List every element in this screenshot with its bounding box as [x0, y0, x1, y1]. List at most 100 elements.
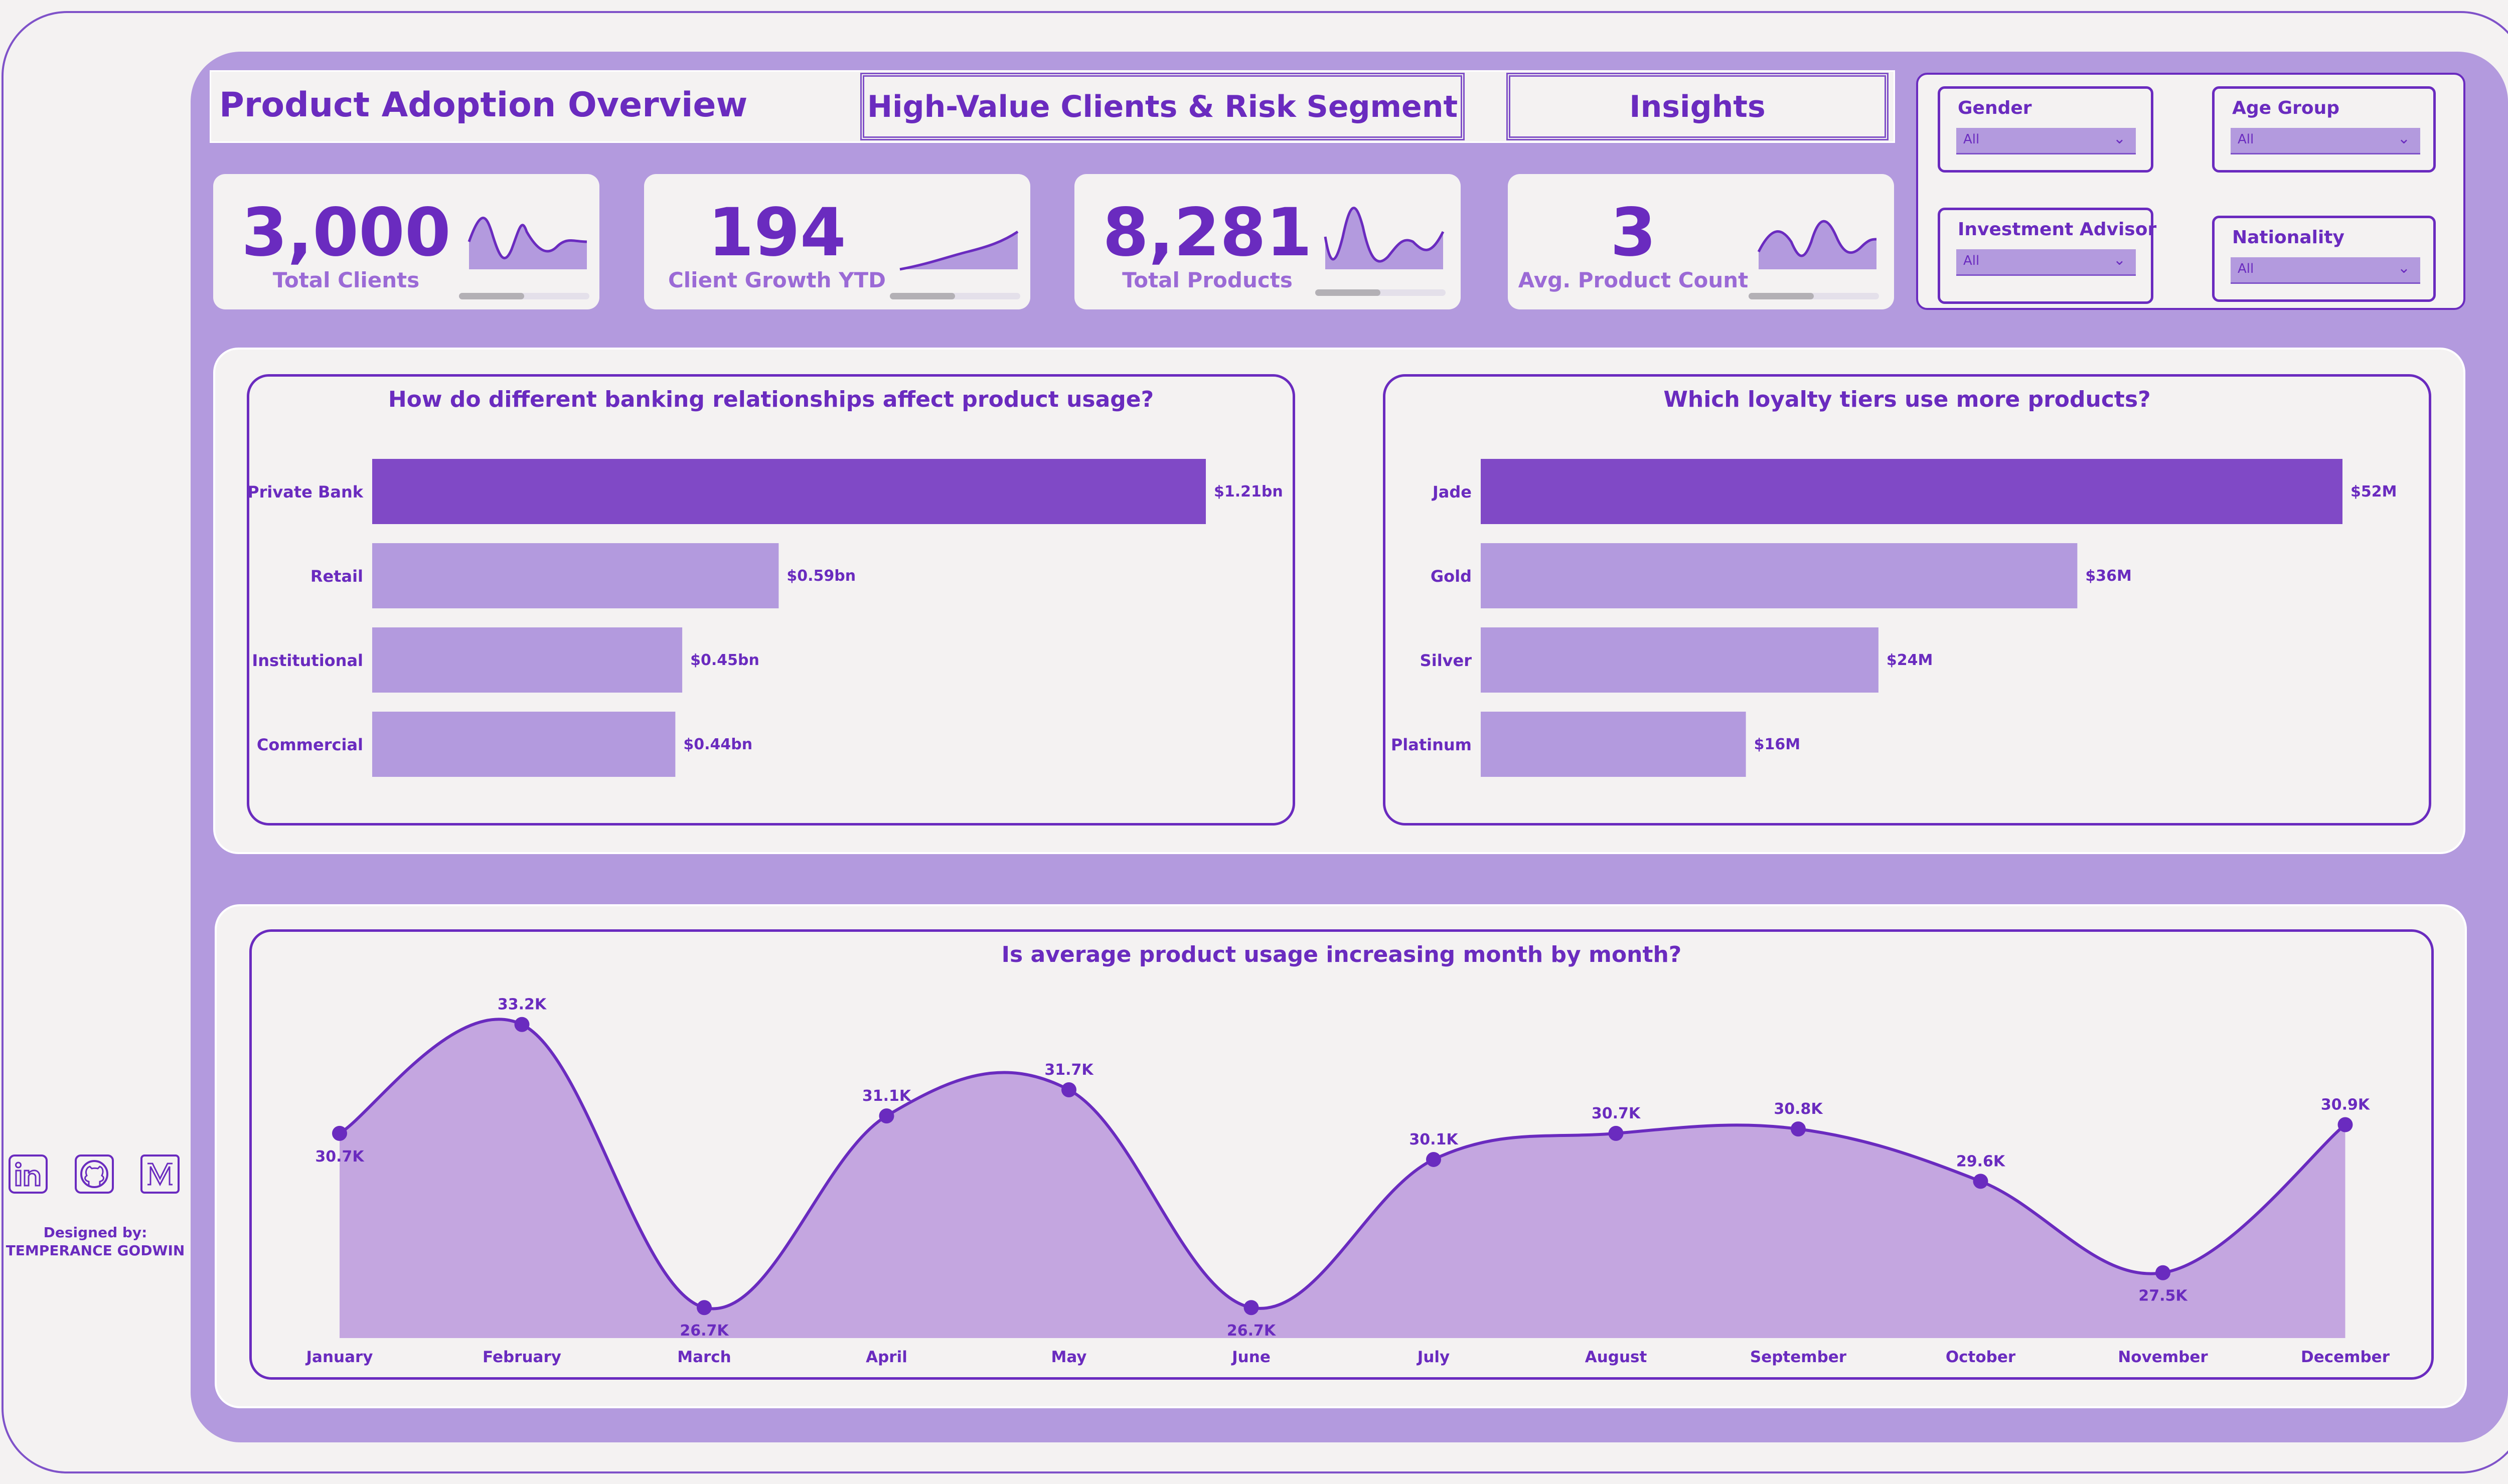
- data-label: 30.7K: [315, 1148, 365, 1166]
- x-tick-label: April: [866, 1348, 907, 1366]
- data-label: 31.7K: [1044, 1061, 1094, 1079]
- data-point[interactable]: [1426, 1151, 1441, 1167]
- bar[interactable]: [1481, 459, 2342, 524]
- data-point[interactable]: [1061, 1082, 1076, 1097]
- x-tick-label: December: [2301, 1348, 2390, 1366]
- bar[interactable]: [372, 459, 1206, 524]
- kpi-label: Total Clients: [272, 268, 420, 292]
- category-label: Platinum: [1391, 735, 1472, 754]
- bar[interactable]: [372, 712, 676, 777]
- kpi-label: Avg. Product Count: [1518, 268, 1749, 292]
- data-point[interactable]: [514, 1017, 530, 1032]
- kpi-card-total-products: 8,281 Total Products: [1074, 174, 1461, 309]
- category-label: Private Bank: [249, 482, 364, 502]
- category-label: Institutional: [252, 651, 363, 670]
- github-icon[interactable]: [74, 1153, 115, 1195]
- designer-name: TEMPERANCE GODWIN: [6, 1242, 185, 1259]
- kpi-card-avg-product-count: 3 Avg. Product Count: [1508, 174, 1894, 309]
- x-tick-label: January: [305, 1348, 373, 1366]
- data-label: 30.7K: [1592, 1105, 1641, 1122]
- data-label: $36M: [2085, 567, 2131, 585]
- data-label: $16M: [1754, 736, 1800, 753]
- category-label: Jade: [1432, 482, 1472, 502]
- bar[interactable]: [1481, 712, 1746, 777]
- banking-relationship-chart: How do different banking relationships a…: [247, 374, 1295, 826]
- nav-insights-button[interactable]: Insights: [1506, 73, 1889, 140]
- loyalty-tier-chart: Which loyalty tiers use more products? J…: [1383, 374, 2431, 826]
- nationality-slicer-label: Nationality: [2232, 227, 2344, 248]
- kpi-sparkline: [899, 230, 1019, 271]
- x-tick-label: February: [483, 1348, 561, 1366]
- investment-advisor-dropdown[interactable]: All ⌄: [1956, 249, 2136, 276]
- x-tick-label: June: [1231, 1348, 1271, 1366]
- bar[interactable]: [372, 543, 779, 608]
- monthly-usage-area-svg: 30.7K January 33.2K February 26.7K March 31.1K…: [305, 996, 2390, 1366]
- gender-dropdown[interactable]: All ⌄: [1956, 128, 2136, 154]
- kpi-card-total-clients: 3,000 Total Clients: [213, 174, 599, 309]
- data-point[interactable]: [879, 1108, 894, 1124]
- data-point[interactable]: [1973, 1174, 1988, 1189]
- x-tick-label: August: [1585, 1348, 1647, 1366]
- data-label: $0.45bn: [690, 651, 759, 669]
- bar[interactable]: [1481, 627, 1878, 693]
- investment-advisor-slicer-label: Investment Advisor: [1958, 219, 2157, 240]
- data-label: 26.7K: [680, 1322, 729, 1340]
- kpi-progress-bar: [459, 293, 589, 299]
- bar[interactable]: [372, 627, 683, 693]
- chevron-down-icon: ⌄: [2397, 259, 2410, 277]
- banking-relationship-bar-svg: Private Bank $1.21bn Retail $0.59bn Institut…: [249, 459, 1283, 777]
- bar[interactable]: [1481, 543, 2078, 608]
- investment-advisor-slicer: Investment Advisor All ⌄: [1938, 208, 2157, 304]
- kpi-sparkline: [1324, 207, 1445, 269]
- x-tick-label: September: [1750, 1348, 1847, 1366]
- medium-icon[interactable]: [139, 1153, 181, 1195]
- data-label: 30.9K: [2321, 1096, 2371, 1113]
- data-label: $52M: [2350, 483, 2397, 501]
- kpi-label: Total Products: [1122, 268, 1293, 292]
- age-group-slicer: Age Group All ⌄: [2212, 86, 2436, 173]
- data-point[interactable]: [2155, 1265, 2170, 1280]
- data-label: $0.44bn: [683, 736, 752, 753]
- loyalty-tier-bar-svg: Jade $52M Gold $36M Silver $24M Platinum $16M: [1391, 459, 2397, 777]
- kpi-progress-bar: [1749, 293, 1879, 299]
- kpi-value: 3,000: [241, 194, 451, 271]
- data-point[interactable]: [332, 1125, 347, 1141]
- age-group-dropdown-value: All: [2238, 132, 2254, 147]
- kpi-value: 3: [1610, 194, 1656, 271]
- gender-slicer-label: Gender: [1958, 98, 2032, 118]
- page-title: Product Adoption Overview: [219, 85, 748, 125]
- data-label: $24M: [1887, 651, 1933, 669]
- gender-dropdown-value: All: [1963, 132, 1980, 147]
- data-label: 31.1K: [862, 1087, 912, 1105]
- data-label: 29.6K: [1956, 1152, 2006, 1170]
- data-point[interactable]: [1243, 1300, 1259, 1315]
- x-tick-label: November: [2118, 1348, 2208, 1366]
- x-tick-label: May: [1051, 1348, 1086, 1366]
- nationality-dropdown[interactable]: All ⌄: [2231, 257, 2420, 284]
- gender-slicer: Gender All ⌄: [1938, 86, 2153, 173]
- kpi-progress-bar: [1315, 289, 1446, 296]
- chevron-down-icon: ⌄: [2113, 130, 2126, 147]
- data-label: 27.5K: [2138, 1287, 2188, 1305]
- monthly-usage-chart: Is average product usage increasing mont…: [249, 929, 2434, 1380]
- category-label: Gold: [1431, 567, 1472, 586]
- data-point[interactable]: [697, 1300, 712, 1315]
- kpi-value: 194: [708, 194, 846, 271]
- kpi-progress-bar: [890, 293, 1020, 299]
- data-point[interactable]: [2337, 1117, 2353, 1132]
- nav-high-value-clients-button[interactable]: High-Value Clients & Risk Segment: [860, 73, 1465, 140]
- data-label: 26.7K: [1227, 1322, 1277, 1340]
- category-label: Silver: [1420, 651, 1472, 670]
- data-point[interactable]: [1791, 1121, 1806, 1137]
- x-tick-label: July: [1417, 1348, 1450, 1366]
- nationality-slicer: Nationality All ⌄: [2212, 216, 2436, 302]
- data-point[interactable]: [1608, 1125, 1624, 1141]
- kpi-card-client-growth: 194 Client Growth YTD: [644, 174, 1030, 309]
- x-tick-label: March: [677, 1348, 731, 1366]
- data-label: 33.2K: [498, 996, 547, 1014]
- linkedin-icon[interactable]: [8, 1153, 49, 1195]
- area-fill: [340, 1019, 2345, 1338]
- kpi-sparkline: [1757, 220, 1877, 269]
- chevron-down-icon: ⌄: [2113, 251, 2126, 269]
- age-group-dropdown[interactable]: All ⌄: [2231, 128, 2420, 154]
